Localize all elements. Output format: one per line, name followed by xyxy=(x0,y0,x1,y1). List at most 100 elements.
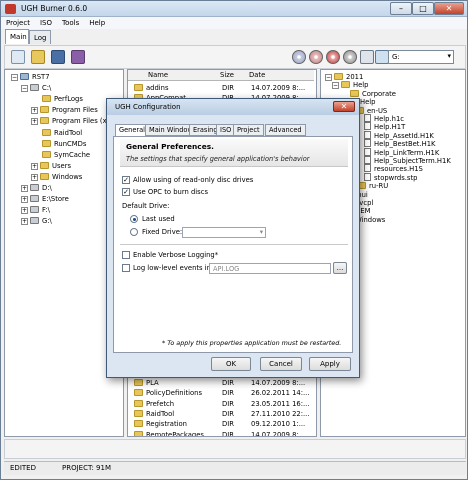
folder-icon xyxy=(134,399,143,407)
collapse-icon[interactable]: − xyxy=(21,85,28,93)
app-icon xyxy=(5,4,16,14)
col-size[interactable]: Size xyxy=(220,71,234,79)
dialog-general-panel: General Preferences. The settings that s… xyxy=(113,136,353,353)
readonly-checkbox[interactable]: ✓ xyxy=(122,176,130,184)
tree-item[interactable]: + E:\Store xyxy=(21,194,69,205)
dialog-close-button[interactable]: ✕ xyxy=(333,101,355,112)
tree-item[interactable]: + Users xyxy=(31,161,71,172)
folder-icon xyxy=(42,128,51,136)
lowlevel-label: Log low-level events in*: xyxy=(133,264,217,272)
minimize-button[interactable]: – xyxy=(390,2,412,15)
expand-icon[interactable]: + xyxy=(31,162,38,170)
dialog-title-bar: UGH Configuration ✕ xyxy=(107,99,359,115)
edit-icon[interactable] xyxy=(71,50,85,64)
expand-icon[interactable]: + xyxy=(31,107,38,115)
verbose-checkbox[interactable] xyxy=(122,251,130,259)
opc-checkbox[interactable]: ✓ xyxy=(122,188,130,196)
menu-help[interactable]: Help xyxy=(84,17,110,27)
menu-iso[interactable]: ISO xyxy=(35,17,57,27)
expand-icon[interactable]: + xyxy=(21,196,28,204)
last-used-radio[interactable] xyxy=(130,215,138,223)
opc-label: Use OPC to burn discs xyxy=(133,188,208,196)
new-project-icon[interactable] xyxy=(11,50,25,64)
burn-dvd-icon[interactable] xyxy=(309,50,323,64)
folder-icon xyxy=(40,106,49,114)
tree-item-label: Windows xyxy=(52,172,83,181)
title-bar: UGH Burner 0.6.0 – □ ✕ xyxy=(1,1,467,17)
divider xyxy=(120,244,348,245)
tree-item[interactable]: + Program Files xyxy=(31,105,98,116)
log-path-field[interactable]: API.LOG xyxy=(209,263,331,274)
folder-icon xyxy=(40,161,49,169)
folder-icon xyxy=(134,430,143,436)
tab-log[interactable]: Log xyxy=(29,30,51,44)
cancel-button[interactable]: Cancel xyxy=(260,357,302,371)
copy-disc-icon[interactable] xyxy=(326,50,340,64)
chevron-down-icon: ▾ xyxy=(447,52,451,60)
tree-item[interactable]: + G:\ xyxy=(21,216,52,227)
ok-button[interactable]: OK xyxy=(211,357,251,371)
burn-cd-icon[interactable] xyxy=(292,50,306,64)
menu-tools[interactable]: Tools xyxy=(57,17,84,27)
drive-select[interactable]: G: ▾ xyxy=(388,50,454,64)
tab-main[interactable]: Main xyxy=(5,29,29,44)
tree-item[interactable]: − RST7 xyxy=(11,72,50,83)
open-project-icon[interactable] xyxy=(31,50,45,64)
col-date[interactable]: Date xyxy=(249,71,265,79)
expand-icon[interactable]: + xyxy=(31,118,38,126)
file-icon xyxy=(364,147,371,156)
menu-project[interactable]: Project xyxy=(1,17,35,27)
drive-info-icon[interactable] xyxy=(375,50,389,64)
fixed-drive-select[interactable]: ▾ xyxy=(182,227,266,238)
tree-item[interactable]: + Program Files (x xyxy=(31,116,107,127)
tree-item-label: F:\ xyxy=(42,206,50,215)
collapse-icon[interactable]: − xyxy=(332,82,339,90)
folder-icon xyxy=(134,389,143,397)
expand-icon[interactable]: + xyxy=(31,173,38,181)
tree-item[interactable]: + D:\ xyxy=(21,183,52,194)
collapse-icon[interactable]: − xyxy=(325,74,332,81)
tree-item-label: SymCache xyxy=(54,150,91,159)
drive-icon xyxy=(30,84,39,92)
lowlevel-checkbox[interactable] xyxy=(122,264,130,272)
tree-item[interactable]: + F:\ xyxy=(21,205,50,216)
config-dialog: UGH Configuration ✕ General Main Window … xyxy=(106,98,360,378)
folder-icon xyxy=(134,420,143,428)
general-banner: General Preferences. The settings that s… xyxy=(120,139,348,167)
dialog-tab-advanced[interactable]: Advanced xyxy=(265,124,306,136)
file-list-header: Name Size Date xyxy=(128,70,314,81)
file-icon xyxy=(364,114,371,122)
folder-icon xyxy=(42,150,51,158)
menu-bar: Project ISO Tools Help xyxy=(1,17,467,29)
folder-icon xyxy=(40,172,49,180)
save-project-icon[interactable] xyxy=(51,50,65,64)
maximize-button[interactable]: □ xyxy=(412,2,434,15)
tree-item-label: G:\ xyxy=(42,217,52,226)
eject-icon[interactable] xyxy=(360,50,374,64)
fixed-drive-radio[interactable] xyxy=(130,228,138,236)
tree-item[interactable]: PerfLogs xyxy=(31,94,83,105)
tree-item[interactable]: RunCMDs xyxy=(31,139,86,150)
folder-icon xyxy=(42,139,51,147)
browse-button[interactable]: ... xyxy=(333,262,347,274)
tree-item[interactable]: RaidTool xyxy=(31,128,82,139)
tree-item-label: Program Files (x xyxy=(52,117,107,126)
tree-item[interactable]: SymCache xyxy=(31,150,90,161)
file-name: PolicyDefinitions xyxy=(146,389,203,398)
expand-icon[interactable]: + xyxy=(21,185,28,192)
col-name[interactable]: Name xyxy=(148,71,168,79)
file-icon xyxy=(364,122,371,131)
file-row[interactable]: RemotePackages DIR 14.07.2009 8:... xyxy=(134,430,314,436)
close-button[interactable]: ✕ xyxy=(434,2,464,15)
general-heading: General Preferences. xyxy=(126,142,214,151)
drive-icon xyxy=(30,217,39,225)
expand-icon[interactable]: + xyxy=(21,207,28,215)
erase-disc-icon[interactable] xyxy=(343,50,357,64)
expand-icon[interactable]: + xyxy=(21,218,28,226)
apply-button[interactable]: Apply xyxy=(309,357,351,371)
tree-item-label: RST7 xyxy=(32,73,50,81)
dialog-tab-project[interactable]: Project xyxy=(233,124,264,136)
tree-item[interactable]: + Windows xyxy=(31,172,82,183)
tree-item[interactable]: − C:\ xyxy=(21,83,51,94)
collapse-icon[interactable]: − xyxy=(11,74,18,81)
